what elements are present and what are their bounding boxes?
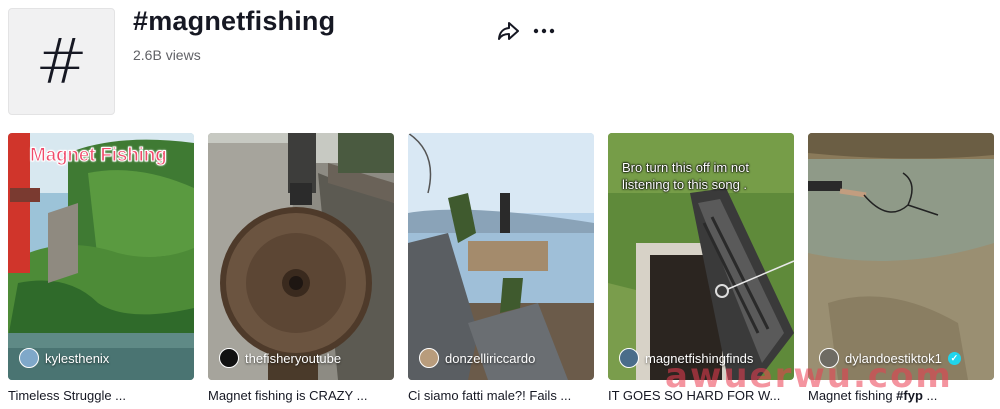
avatar bbox=[19, 348, 39, 368]
video-overlay-text: Magnet Fishing bbox=[30, 145, 168, 167]
video-card[interactable]: Magnet Fishing kylesthenix Timeless Stru… bbox=[8, 133, 194, 403]
video-thumbnail[interactable]: dylandoestiktok1 ✓ bbox=[808, 133, 994, 380]
video-thumbnail[interactable]: donzelliriccardo bbox=[408, 133, 594, 380]
author-name: donzelliriccardo bbox=[445, 350, 536, 366]
video-author[interactable]: donzelliriccardo bbox=[419, 348, 535, 368]
views-count: 2.6B views bbox=[133, 47, 201, 63]
thumbnail-image bbox=[8, 133, 194, 380]
avatar bbox=[419, 348, 439, 368]
video-author[interactable]: thefisheryoutube bbox=[219, 348, 341, 368]
video-thumbnail[interactable]: Bro turn this off im not listening to th… bbox=[608, 133, 794, 380]
video-overlay-text: Bro turn this off im not listening to th… bbox=[622, 160, 749, 192]
thumbnail-image bbox=[808, 133, 994, 380]
more-options-button[interactable] bbox=[532, 20, 556, 42]
author-name: thefisheryoutube bbox=[245, 350, 342, 366]
thumbnail-image bbox=[408, 133, 594, 380]
hashtag-icon: # bbox=[35, 24, 88, 98]
video-card[interactable]: thefisheryoutube Magnet fishing is CRAZY… bbox=[208, 133, 394, 403]
page-title: #magnetfishing bbox=[133, 6, 336, 36]
share-button[interactable] bbox=[496, 20, 520, 42]
video-caption[interactable]: Ci siamo fatti male?! Fails ... bbox=[408, 388, 594, 403]
hashtag-avatar: # bbox=[8, 8, 115, 115]
video-caption[interactable]: Timeless Struggle ... bbox=[8, 388, 194, 403]
video-caption[interactable]: Magnet fishing is CRAZY ... bbox=[208, 388, 394, 403]
share-icon bbox=[498, 22, 519, 40]
video-thumbnail[interactable]: Magnet Fishing kylesthenix bbox=[8, 133, 194, 380]
avatar bbox=[619, 348, 639, 368]
thumbnail-image bbox=[208, 133, 394, 380]
more-dots-icon bbox=[533, 28, 555, 34]
video-thumbnail[interactable]: thefisheryoutube bbox=[208, 133, 394, 380]
video-card[interactable]: donzelliriccardo Ci siamo fatti male?! F… bbox=[408, 133, 594, 403]
author-name: kylesthenix bbox=[45, 350, 110, 366]
avatar bbox=[219, 348, 239, 368]
watermark: awuerwu.com bbox=[665, 356, 953, 396]
video-author[interactable]: kylesthenix bbox=[19, 348, 109, 368]
